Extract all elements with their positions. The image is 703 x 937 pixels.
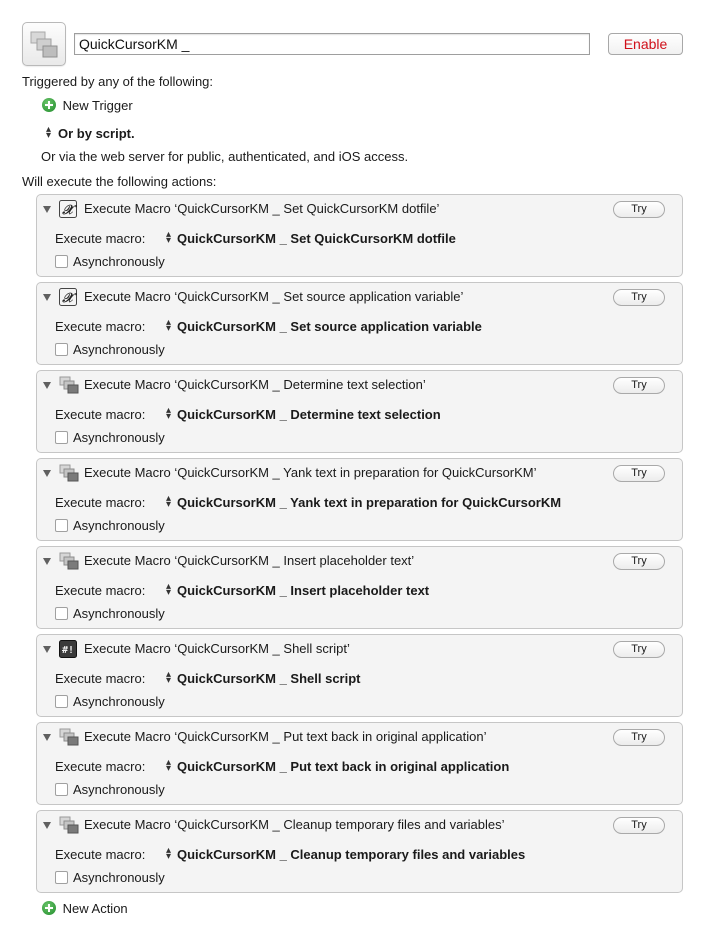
async-checkbox[interactable]: [55, 255, 68, 268]
try-button[interactable]: Try: [613, 289, 665, 306]
action-title: Execute Macro ‘QuickCursorKM _ Yank text…: [84, 465, 537, 480]
macro-selector-stepper[interactable]: ▴ ▾: [166, 230, 171, 246]
execute-macro-label: Execute macro:: [55, 759, 146, 774]
enable-button[interactable]: Enable: [608, 33, 683, 55]
macro-selector-value[interactable]: QuickCursorKM _ Put text back in origina…: [177, 759, 509, 774]
macro-icon[interactable]: [22, 22, 66, 66]
action-panel[interactable]: 𝒳 Execute Macro ‘QuickCursorKM _ Set sour…: [36, 282, 683, 365]
async-label: Asynchronously: [73, 342, 165, 357]
async-checkbox[interactable]: [55, 607, 68, 620]
async-label: Asynchronously: [73, 518, 165, 533]
async-checkbox[interactable]: [55, 519, 68, 532]
async-checkbox[interactable]: [55, 431, 68, 444]
async-label: Asynchronously: [73, 782, 165, 797]
svg-text:#!: #!: [62, 645, 74, 656]
macro-selector-stepper[interactable]: ▴ ▾: [166, 494, 171, 510]
async-label: Asynchronously: [73, 870, 165, 885]
macro-selector-value[interactable]: QuickCursorKM _ Shell script: [177, 671, 361, 686]
macro-selector-stepper[interactable]: ▴ ▾: [166, 846, 171, 862]
new-action-label: New Action: [62, 901, 128, 916]
shell-script-icon: #!: [59, 640, 79, 658]
disclosure-triangle-icon[interactable]: [43, 470, 51, 477]
add-icon: [42, 98, 56, 112]
action-panel[interactable]: #! Execute Macro ‘QuickCursorKM _ Shell s…: [36, 634, 683, 717]
macro-selector-stepper[interactable]: ▴ ▾: [166, 670, 171, 686]
macro-selector-value[interactable]: QuickCursorKM _ Cleanup temporary files …: [177, 847, 525, 862]
try-button[interactable]: Try: [613, 553, 665, 570]
macro-windows-icon: [59, 816, 79, 834]
action-title: Execute Macro ‘QuickCursorKM _ Determine…: [84, 377, 426, 392]
triggers-heading: Triggered by any of the following:: [22, 74, 214, 89]
action-title: Execute Macro ‘QuickCursorKM _ Set Quick…: [84, 201, 440, 216]
macro-windows-icon: [59, 728, 79, 746]
web-server-note: Or via the web server for public, authen…: [41, 149, 409, 164]
variable-x-icon: 𝒳: [59, 288, 79, 306]
try-button[interactable]: Try: [613, 465, 665, 482]
macro-windows-icon: [59, 464, 79, 482]
macro-selector-value[interactable]: QuickCursorKM _ Insert placeholder text: [177, 583, 429, 598]
async-label: Asynchronously: [73, 606, 165, 621]
macro-selector-value[interactable]: QuickCursorKM _ Set source application v…: [177, 319, 482, 334]
async-checkbox[interactable]: [55, 871, 68, 884]
execute-macro-label: Execute macro:: [55, 671, 146, 686]
macro-name-field[interactable]: [74, 33, 590, 55]
execute-macro-label: Execute macro:: [55, 583, 146, 598]
macro-selector-stepper[interactable]: ▴ ▾: [166, 758, 171, 774]
async-label: Asynchronously: [73, 430, 165, 445]
execute-macro-label: Execute macro:: [55, 495, 146, 510]
disclosure-triangle-icon[interactable]: [43, 822, 51, 829]
action-title: Execute Macro ‘QuickCursorKM _ Put text …: [84, 729, 487, 744]
disclosure-triangle-icon[interactable]: [43, 734, 51, 741]
macro-selector-stepper[interactable]: ▴ ▾: [166, 582, 171, 598]
async-checkbox[interactable]: [55, 695, 68, 708]
async-checkbox[interactable]: [55, 783, 68, 796]
execute-macro-label: Execute macro:: [55, 847, 146, 862]
add-icon: [42, 901, 56, 915]
try-button[interactable]: Try: [613, 641, 665, 658]
macro-windows-icon: [30, 31, 58, 58]
new-trigger-label: New Trigger: [62, 98, 133, 113]
try-button[interactable]: Try: [613, 729, 665, 746]
disclosure-triangle-icon[interactable]: [43, 558, 51, 565]
execute-macro-label: Execute macro:: [55, 407, 146, 422]
try-button[interactable]: Try: [613, 201, 665, 218]
disclosure-triangle-icon[interactable]: [43, 294, 51, 301]
new-trigger-button[interactable]: New Trigger: [42, 98, 133, 113]
action-panel[interactable]: Execute Macro ‘QuickCursorKM _ Cleanup t…: [36, 810, 683, 893]
action-panel[interactable]: 𝒳 Execute Macro ‘QuickCursorKM _ Set Quic…: [36, 194, 683, 277]
macro-selector-stepper[interactable]: ▴ ▾: [166, 318, 171, 334]
script-trigger-stepper[interactable]: ▴ ▾: [46, 125, 51, 141]
macro-selector-value[interactable]: QuickCursorKM _ Yank text in preparation…: [177, 495, 561, 510]
execute-macro-label: Execute macro:: [55, 319, 146, 334]
action-panel[interactable]: Execute Macro ‘QuickCursorKM _ Put text …: [36, 722, 683, 805]
action-panel[interactable]: Execute Macro ‘QuickCursorKM _ Insert pl…: [36, 546, 683, 629]
macro-selector-stepper[interactable]: ▴ ▾: [166, 406, 171, 422]
variable-x-icon: 𝒳: [59, 200, 79, 218]
macro-selector-value[interactable]: QuickCursorKM _ Determine text selection: [177, 407, 441, 422]
new-action-button[interactable]: New Action: [42, 901, 128, 916]
action-title: Execute Macro ‘QuickCursorKM _ Set sourc…: [84, 289, 464, 304]
action-panel[interactable]: Execute Macro ‘QuickCursorKM _ Determine…: [36, 370, 683, 453]
async-label: Asynchronously: [73, 694, 165, 709]
disclosure-triangle-icon[interactable]: [43, 206, 51, 213]
actions-heading: Will execute the following actions:: [22, 174, 217, 189]
or-by-script-label: Or by script.: [58, 126, 135, 141]
macro-windows-icon: [59, 552, 79, 570]
action-title: Execute Macro ‘QuickCursorKM _ Cleanup t…: [84, 817, 505, 832]
async-checkbox[interactable]: [55, 343, 68, 356]
action-title: Execute Macro ‘QuickCursorKM _ Insert pl…: [84, 553, 415, 568]
macro-windows-icon: [59, 376, 79, 394]
disclosure-triangle-icon[interactable]: [43, 382, 51, 389]
try-button[interactable]: Try: [613, 377, 665, 394]
action-title: Execute Macro ‘QuickCursorKM _ Shell scr…: [84, 641, 350, 656]
disclosure-triangle-icon[interactable]: [43, 646, 51, 653]
async-label: Asynchronously: [73, 254, 165, 269]
macro-selector-value[interactable]: QuickCursorKM _ Set QuickCursorKM dotfil…: [177, 231, 456, 246]
action-panel[interactable]: Execute Macro ‘QuickCursorKM _ Yank text…: [36, 458, 683, 541]
execute-macro-label: Execute macro:: [55, 231, 146, 246]
try-button[interactable]: Try: [613, 817, 665, 834]
